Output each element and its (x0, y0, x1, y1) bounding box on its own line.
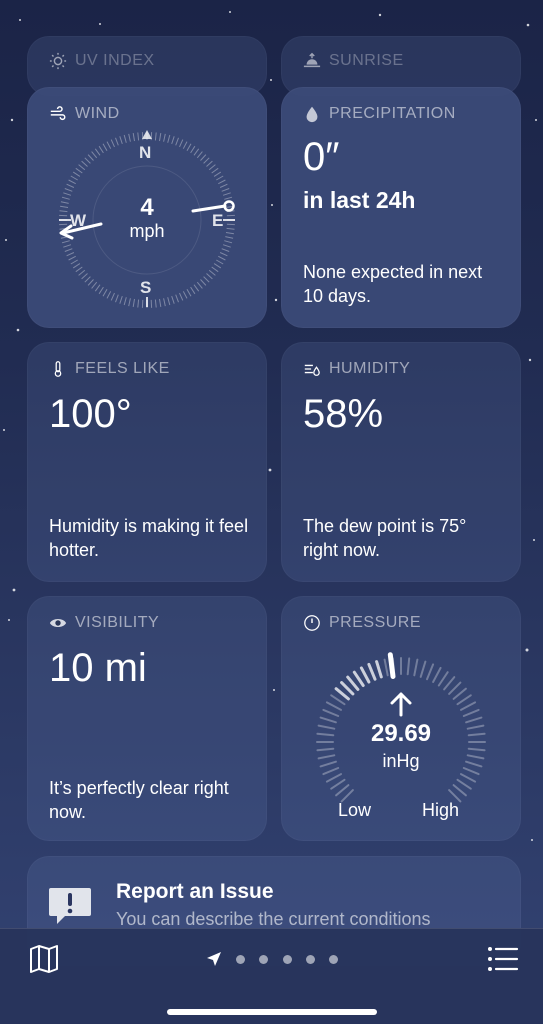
pressure-value: 29.69 (281, 720, 521, 748)
precipitation-card[interactable]: PRECIPITATION 0″ in last 24h None expect… (281, 87, 521, 328)
map-icon[interactable] (28, 943, 60, 975)
visibility-description: It’s perfectly clear right now. (49, 776, 249, 824)
page-dot-3[interactable] (283, 955, 292, 964)
feels-like-value: 100° (49, 392, 132, 437)
pressure-high-label: High (422, 800, 459, 821)
pressure-card[interactable]: PRESSURE 29.69 inHg Low High (281, 596, 521, 841)
wind-card[interactable]: WIND N S E W 4 mph (27, 87, 267, 328)
visibility-header: VISIBILITY (49, 614, 159, 632)
pressure-low-label: Low (338, 800, 371, 821)
humidity-description: The dew point is 75° right now. (303, 514, 503, 562)
humidity-title: HUMIDITY (329, 360, 410, 378)
humidity-value: 58% (303, 392, 383, 437)
eye-icon (49, 614, 67, 632)
humidity-header: HUMIDITY (303, 360, 410, 378)
uv-index-header: UV INDEX (49, 52, 155, 70)
precipitation-period: in last 24h (303, 187, 415, 214)
pressure-trend-up-arrow-icon (389, 691, 413, 717)
wind-unit: mph (27, 221, 267, 242)
report-issue-subtitle: You can describe the current conditions (116, 909, 431, 930)
visibility-value: 10 mi (49, 646, 147, 691)
visibility-title: VISIBILITY (75, 614, 159, 632)
precipitation-amount: 0″ (303, 135, 339, 180)
pressure-unit: inHg (281, 751, 521, 772)
page-dot-4[interactable] (306, 955, 315, 964)
sunrise-title: SUNRISE (329, 52, 404, 70)
feels-like-card[interactable]: FEELS LIKE 100° Humidity is making it fe… (27, 342, 267, 582)
page-dot-1[interactable] (236, 955, 245, 964)
wind-speed: 4 (27, 194, 267, 222)
list-icon[interactable] (487, 945, 519, 973)
drop-icon (303, 105, 321, 123)
sunrise-icon (303, 52, 321, 70)
humidity-card[interactable]: HUMIDITY 58% The dew point is 75° right … (281, 342, 521, 582)
uv-index-title: UV INDEX (75, 52, 155, 70)
sunrise-header: SUNRISE (303, 52, 404, 70)
report-bubble-icon (47, 884, 93, 930)
page-dot-2[interactable] (259, 955, 268, 964)
north-marker-icon (142, 130, 152, 139)
humidity-icon (303, 360, 321, 378)
pressure-gauge (281, 596, 521, 841)
compass-south-label: S (140, 278, 151, 298)
page-dot-5[interactable] (329, 955, 338, 964)
compass-north-label: N (139, 143, 151, 163)
precipitation-description: None expected in next 10 days. (303, 260, 503, 308)
visibility-card[interactable]: VISIBILITY 10 mi It’s perfectly clear ri… (27, 596, 267, 841)
feels-like-header: FEELS LIKE (49, 360, 170, 378)
thermometer-icon (49, 360, 67, 378)
precipitation-header: PRECIPITATION (303, 105, 456, 123)
feels-like-title: FEELS LIKE (75, 360, 170, 378)
report-issue-title: Report an Issue (116, 880, 274, 904)
precipitation-title: PRECIPITATION (329, 105, 456, 123)
sun-icon (49, 52, 67, 70)
home-indicator[interactable] (167, 1009, 377, 1015)
feels-like-description: Humidity is making it feel hotter. (49, 514, 249, 562)
current-location-icon[interactable] (206, 951, 222, 967)
